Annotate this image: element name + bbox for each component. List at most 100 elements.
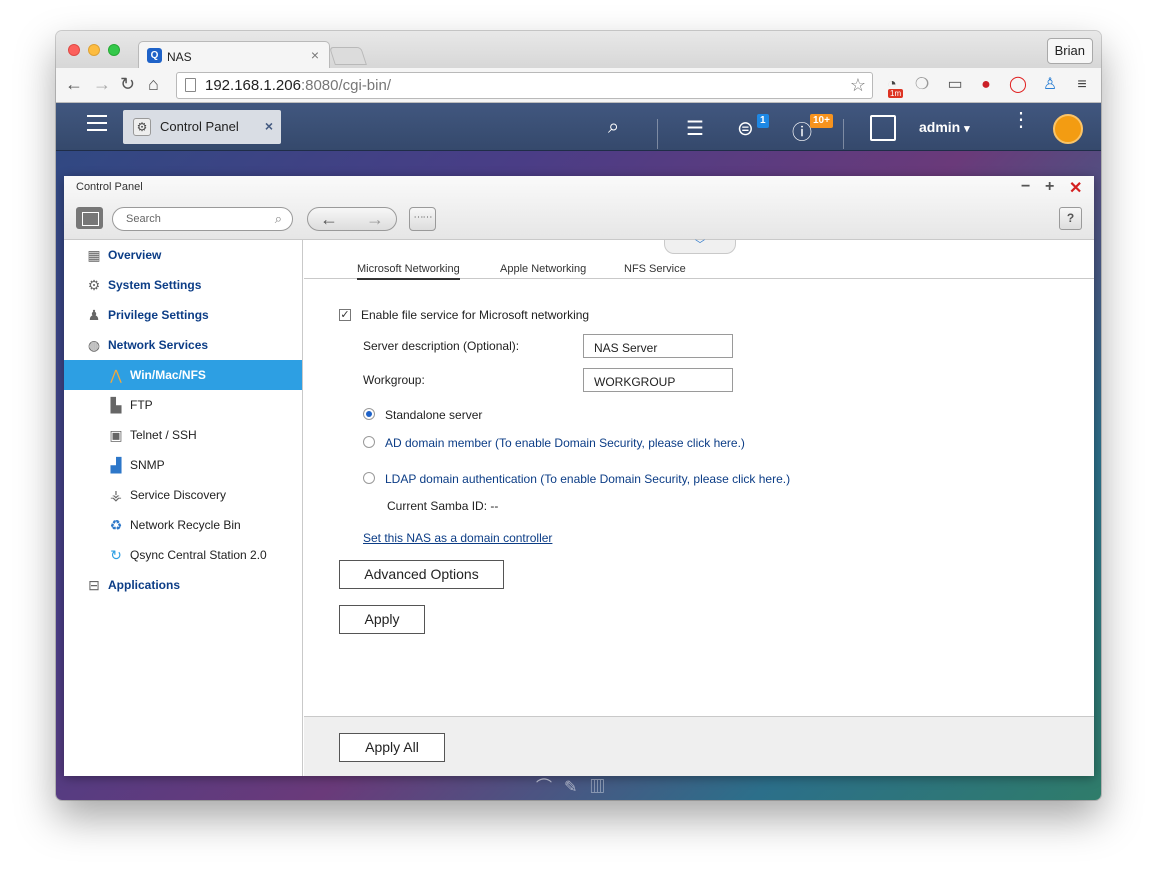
sidebar-item-label: Win/Mac/NFS: [130, 368, 206, 382]
event-notifications-icon[interactable]: ⓘ: [792, 116, 812, 145]
sidebar-item-ftp[interactable]: ▙ FTP: [64, 390, 302, 420]
toggle-sidebar-button[interactable]: [76, 207, 103, 229]
enable-smb-checkbox[interactable]: ✓: [339, 309, 351, 321]
ldap-label[interactable]: LDAP domain authentication (To enable Do…: [385, 472, 790, 486]
sidebar-item-label: Qsync Central Station 2.0: [130, 548, 267, 562]
ad-domain-radio[interactable]: [363, 436, 375, 448]
app-tab-close-icon[interactable]: ×: [265, 118, 273, 134]
sidebar-item-win-mac-nfs[interactable]: ⋀ Win/Mac/NFS: [64, 360, 302, 390]
browser-window: Q NAS × Brian ← → ↻ ⌂ 192.168.1.206:8080…: [56, 31, 1101, 800]
new-tab-button[interactable]: [329, 47, 367, 65]
sidebar-item-label: Network Services: [108, 338, 209, 352]
sync-icon: ↻: [110, 547, 122, 563]
sidebar-item-service-discovery[interactable]: ⚶ Service Discovery: [64, 480, 302, 510]
sidebar-item-overview[interactable]: ▦ Overview: [64, 240, 302, 270]
advanced-options-button[interactable]: Advanced Options: [339, 560, 504, 589]
sidebar-item-network-services[interactable]: ◍ Network Services: [64, 330, 302, 360]
sidebar-item-network-recycle-bin[interactable]: ♻ Network Recycle Bin: [64, 510, 302, 540]
workgroup-label: Workgroup:: [363, 373, 425, 387]
close-icon[interactable]: ✕: [1069, 178, 1082, 198]
home-icon[interactable]: ⌂: [148, 74, 159, 95]
main-menu-icon[interactable]: [87, 115, 107, 131]
dock-icons: ⌒✎▥: [536, 779, 618, 796]
terminal-icon: ▣: [109, 427, 123, 443]
back-icon[interactable]: ←: [320, 209, 338, 230]
user-extension-icon[interactable]: ♙: [1040, 75, 1060, 95]
window-title: Control Panel: [76, 181, 143, 193]
url-text: 192.168.1.206:8080/cgi-bin/: [205, 77, 391, 94]
folder-icon: ▙: [110, 397, 122, 413]
chrome-menu-icon[interactable]: ≡: [1072, 75, 1092, 95]
sidebar-item-label: Overview: [108, 248, 162, 262]
minimize-icon[interactable]: −: [1021, 178, 1030, 196]
forward-icon[interactable]: →: [366, 209, 384, 230]
tab-close-icon[interactable]: ×: [311, 47, 319, 63]
recycle-icon: ♻: [109, 517, 123, 533]
sidebar-item-qsync[interactable]: ↻ Qsync Central Station 2.0: [64, 540, 302, 570]
sidebar-item-label: System Settings: [108, 278, 202, 292]
app-tab-label: Control Panel: [160, 119, 239, 134]
search-input[interactable]: Search ⌕: [112, 207, 293, 231]
user-menu[interactable]: admin ▾: [919, 119, 970, 135]
sidebar-item-label: Privilege Settings: [108, 308, 209, 322]
standalone-radio[interactable]: [363, 408, 375, 420]
apply-all-button[interactable]: Apply All: [339, 733, 445, 762]
page-icon: [185, 78, 196, 92]
pinterest-icon[interactable]: ●: [976, 75, 996, 95]
sidebar-item-system-settings[interactable]: ⚙ System Settings: [64, 270, 302, 300]
search-icon: ⌕: [274, 211, 282, 226]
cast-icon[interactable]: ▭: [945, 75, 965, 95]
globe-icon: ◍: [87, 337, 101, 353]
gear-icon: ⚙: [133, 118, 151, 136]
browser-tab[interactable]: Q NAS ×: [138, 41, 330, 69]
external-devices-icon[interactable]: ⊜: [737, 116, 754, 141]
satellite-icon: ⚶: [110, 487, 122, 503]
footer-bar: Apply All: [304, 716, 1094, 776]
close-window-button[interactable]: [68, 44, 80, 56]
reload-icon[interactable]: ↻: [120, 74, 135, 95]
user-icon: ♟: [87, 307, 101, 323]
profile-button[interactable]: Brian: [1046, 38, 1093, 64]
tab-bar: Microsoft Networking Apple Networking NF…: [304, 254, 1094, 280]
sidebar-item-label: SNMP: [130, 458, 165, 472]
collapse-toggle-icon[interactable]: ﹀: [664, 240, 736, 254]
zoom-window-button[interactable]: [108, 44, 120, 56]
chat-extension-icon[interactable]: ❍: [912, 75, 932, 95]
tab-nfs-service[interactable]: NFS Service: [624, 263, 686, 275]
sidebar-item-privilege-settings[interactable]: ♟ Privilege Settings: [64, 300, 302, 330]
inbox-icon: ⊟: [88, 577, 100, 593]
background-tasks-icon[interactable]: ☰: [686, 116, 704, 141]
opera-icon[interactable]: ◯: [1008, 75, 1028, 95]
control-panel-header: Control Panel − + ✕ Search ⌕ ← → ⋯⋯ ?: [64, 176, 1094, 240]
tab-microsoft-networking[interactable]: Microsoft Networking: [357, 263, 460, 280]
address-bar[interactable]: 192.168.1.206:8080/cgi-bin/ ☆: [176, 72, 873, 99]
more-options-icon[interactable]: ⋮: [1011, 110, 1031, 130]
ad-domain-label[interactable]: AD domain member (To enable Domain Secur…: [385, 436, 745, 450]
user-avatar-icon[interactable]: [870, 115, 896, 141]
main-panel: ﹀ Microsoft Networking Apple Networking …: [304, 240, 1094, 776]
sidebar-item-applications[interactable]: ⊟ Applications: [64, 570, 302, 600]
maximize-icon[interactable]: +: [1045, 178, 1054, 196]
sidebar-item-telnet-ssh[interactable]: ▣ Telnet / SSH: [64, 420, 302, 450]
dashboard-gauge-icon[interactable]: [1053, 114, 1083, 144]
apps-grid-button[interactable]: ⋯⋯: [409, 207, 436, 231]
minimize-window-button[interactable]: [88, 44, 100, 56]
samba-id-text: Current Samba ID: --: [387, 499, 499, 513]
back-icon[interactable]: ←: [65, 74, 83, 95]
qts-desktop: ⚙ Control Panel × ⌕ ☰ ⊜ 1 ⓘ 10+ admin ▾ …: [56, 103, 1101, 800]
app-tab-control-panel[interactable]: ⚙ Control Panel ×: [123, 110, 281, 144]
domain-controller-link[interactable]: Set this NAS as a domain controller: [363, 531, 552, 545]
gear-icon: ⚙: [87, 277, 101, 293]
bookmark-star-icon[interactable]: ☆: [850, 75, 866, 96]
tab-apple-networking[interactable]: Apple Networking: [500, 263, 586, 275]
help-button[interactable]: ?: [1059, 207, 1082, 230]
workgroup-input[interactable]: WORKGROUP: [583, 368, 733, 392]
extension-badge: 1m: [888, 89, 904, 98]
forward-icon[interactable]: →: [93, 74, 111, 95]
search-icon[interactable]: ⌕: [608, 116, 619, 139]
apply-button[interactable]: Apply: [339, 605, 425, 634]
ldap-radio[interactable]: [363, 472, 375, 484]
server-description-input[interactable]: NAS Server: [583, 334, 733, 358]
sidebar-item-snmp[interactable]: ▟ SNMP: [64, 450, 302, 480]
qts-topbar: ⚙ Control Panel × ⌕ ☰ ⊜ 1 ⓘ 10+ admin ▾ …: [56, 103, 1101, 151]
